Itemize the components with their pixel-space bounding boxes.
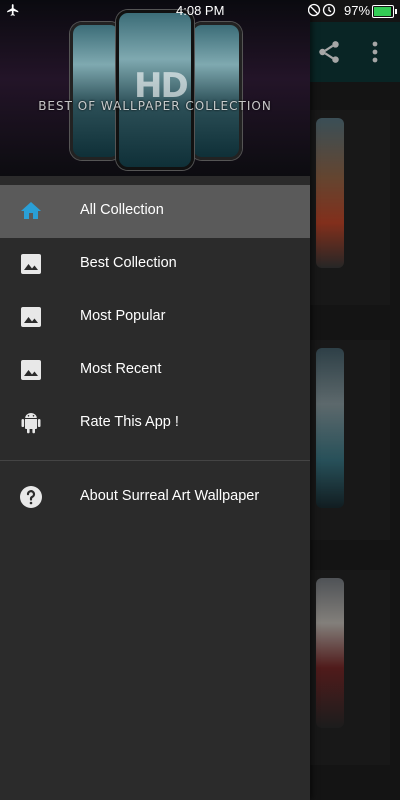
phone-mockup-right bbox=[190, 22, 242, 160]
image-icon bbox=[21, 360, 41, 380]
menu-item-label: Most Popular bbox=[80, 308, 166, 324]
image-icon bbox=[21, 254, 41, 274]
navigation-drawer: HD BEST OF WALLPAPER COLLECTION All Coll… bbox=[0, 0, 310, 800]
menu-item-about[interactable]: About Surreal Art Wallpaper bbox=[0, 471, 310, 524]
help-circle-icon bbox=[20, 486, 42, 508]
menu-item-label: Best Collection bbox=[80, 255, 177, 271]
phone-mockup-left bbox=[70, 22, 122, 160]
menu-item-label: All Collection bbox=[80, 202, 164, 218]
airplane-icon bbox=[7, 4, 19, 16]
status-time: 4:08 PM bbox=[176, 3, 225, 18]
menu-item-label: Rate This App ! bbox=[80, 414, 179, 430]
android-icon bbox=[21, 413, 41, 434]
status-bar: 4:08 PM 97% bbox=[0, 0, 400, 22]
menu-item-most-recent[interactable]: Most Recent bbox=[0, 344, 310, 397]
home-icon bbox=[21, 202, 41, 219]
status-icons bbox=[308, 3, 336, 17]
menu-item-all-collection[interactable]: All Collection bbox=[0, 185, 310, 238]
drawer-header: HD BEST OF WALLPAPER COLLECTION bbox=[0, 0, 310, 176]
menu-item-label: About Surreal Art Wallpaper bbox=[80, 488, 260, 504]
menu-item-best-collection[interactable]: Best Collection bbox=[0, 238, 310, 291]
image-icon bbox=[21, 307, 41, 327]
menu-item-rate-app[interactable]: Rate This App ! bbox=[0, 397, 310, 450]
menu-divider bbox=[0, 460, 310, 461]
menu-item-most-popular[interactable]: Most Popular bbox=[0, 291, 310, 344]
drawer-menu: All Collection Best Collection Most Popu… bbox=[0, 185, 310, 450]
drawer-scrim[interactable] bbox=[310, 0, 400, 800]
menu-item-label: Most Recent bbox=[80, 361, 162, 377]
battery-percent: 97% bbox=[344, 3, 371, 18]
header-banner-text: BEST OF WALLPAPER COLLECTION bbox=[38, 99, 272, 113]
battery-icon bbox=[372, 5, 397, 18]
